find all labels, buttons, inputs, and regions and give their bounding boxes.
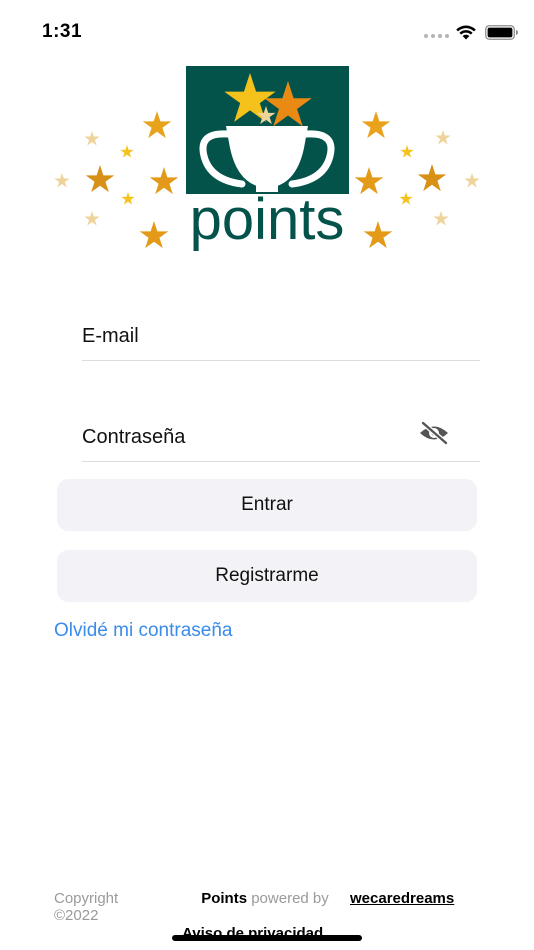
forgot-password-link[interactable]: Olvidé mi contraseña [54, 620, 232, 642]
battery-icon [485, 25, 518, 40]
footer-copyright: Copyright ©2022 [54, 890, 119, 924]
cellular-signal-icon [424, 34, 449, 38]
register-button[interactable]: Registrarme [57, 550, 477, 602]
password-label: Contraseña [82, 426, 186, 448]
footer-powered-by: Points powered by [190, 890, 340, 907]
home-indicator[interactable] [172, 935, 362, 941]
eye-off-icon[interactable] [418, 421, 450, 445]
enter-button[interactable]: Entrar [57, 479, 477, 531]
company-link[interactable]: wecaredreams [350, 890, 454, 907]
points-logo: points [54, 66, 480, 252]
status-time: 1:31 [42, 21, 83, 42]
logo-wordmark: points [190, 187, 345, 252]
email-field[interactable]: E-mail [82, 310, 480, 361]
wifi-icon [456, 25, 476, 40]
footer-brand: Points [201, 890, 248, 907]
password-field[interactable]: Contraseña [82, 411, 480, 462]
email-label: E-mail [82, 325, 139, 347]
footer-powered-text: powered by [251, 890, 329, 907]
login-screen: 1:31 points E-mail Contraseña Entrar Reg… [0, 0, 534, 950]
status-bar: 1:31 [0, 0, 534, 64]
